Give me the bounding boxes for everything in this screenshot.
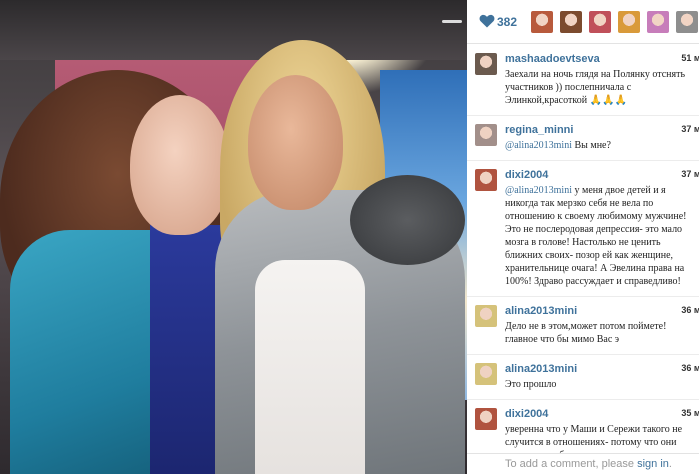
comment-username[interactable]: alina2013mini <box>505 363 665 376</box>
liker-avatar[interactable] <box>647 11 669 33</box>
liker-avatar[interactable] <box>676 11 698 33</box>
comment-username[interactable]: alina2013mini <box>505 305 665 318</box>
comment-body: Дело не в этом,может потом поймете! глав… <box>505 321 667 345</box>
liker-avatar[interactable] <box>531 11 553 33</box>
comment-text: Дело не в этом,может потом поймете! глав… <box>505 320 693 346</box>
comments-list[interactable]: mashaadoevtseva 51 м. Заехали на ночь гл… <box>467 45 699 453</box>
comment: dixi2004 37 м. @alina2013mini у меня дво… <box>467 161 699 297</box>
post-photo[interactable] <box>0 0 467 474</box>
liker-avatar[interactable] <box>589 11 611 33</box>
comment-body: у меня двое детей и я никогда так мерзко… <box>505 185 687 287</box>
comment-avatar[interactable] <box>475 305 497 327</box>
comment-avatar[interactable] <box>475 408 497 430</box>
comment-avatar[interactable] <box>475 124 497 146</box>
add-comment-footer: To add a comment, please sign in. <box>467 453 699 474</box>
photo-person-right-face <box>248 75 343 210</box>
footer-prefix: To add a comment, please <box>505 458 638 470</box>
comment-username[interactable]: mashaadoevtseva <box>505 53 665 66</box>
comment: regina_minni 37 м. @alina2013mini Вы мне… <box>467 116 699 161</box>
sign-in-link[interactable]: sign in <box>637 458 669 470</box>
comment-username[interactable]: dixi2004 <box>505 408 665 421</box>
comment-mention[interactable]: @alina2013mini <box>505 140 572 151</box>
comment-body: Вы мне? <box>571 140 611 151</box>
comment-text: Заехали на ночь глядя на Полянку отснять… <box>505 68 693 107</box>
comment: alina2013mini 36 м. Дело не в этом,может… <box>467 297 699 355</box>
comment: dixi2004 35 м. уверенна что у Маши и Сер… <box>467 400 699 453</box>
photo-person-left-face <box>130 95 230 235</box>
comment-text: уверенна что у Маши и Сережи такого не с… <box>505 423 693 453</box>
side-panel: 382 mashaadoevtseva 51 м. Заехали на ноч… <box>467 0 699 474</box>
comment-time: 36 м. <box>681 363 699 373</box>
comment-body: уверенна что у Маши и Сережи такого не с… <box>505 424 684 453</box>
comment-avatar[interactable] <box>475 53 497 75</box>
options-icon[interactable] <box>442 20 462 23</box>
like-count[interactable]: 382 <box>497 15 517 29</box>
heart-icon[interactable] <box>479 14 495 28</box>
likes-bar: 382 <box>467 0 699 44</box>
comment-text: @alina2013mini Вы мне? <box>505 139 693 152</box>
comment-avatar[interactable] <box>475 169 497 191</box>
comment-text: @alina2013mini у меня двое детей и я ник… <box>505 184 693 288</box>
comment: alina2013mini 36 м. Это прошло <box>467 355 699 400</box>
photo-ceiling <box>0 0 467 60</box>
footer-suffix: . <box>668 458 672 470</box>
comment-body: Заехали на ночь глядя на Полянку отснять… <box>505 69 686 106</box>
photo-person-right-fur-collar <box>350 175 465 265</box>
comment-time: 35 м. <box>681 408 699 418</box>
comment-username[interactable]: regina_minni <box>505 124 665 137</box>
comment-username[interactable]: dixi2004 <box>505 169 665 182</box>
comment-text: Это прошло <box>505 378 693 391</box>
comment-body: Это прошло <box>505 379 557 390</box>
comment-mention[interactable]: @alina2013mini <box>505 185 572 196</box>
comment-time: 37 м. <box>681 124 699 134</box>
comment: mashaadoevtseva 51 м. Заехали на ночь гл… <box>467 45 699 116</box>
photo-person-right-top <box>255 260 365 474</box>
comment-time: 36 м. <box>681 305 699 315</box>
comment-avatar[interactable] <box>475 363 497 385</box>
liker-avatar[interactable] <box>560 11 582 33</box>
comment-time: 51 м. <box>681 53 699 63</box>
comment-time: 37 м. <box>681 169 699 179</box>
liker-avatar[interactable] <box>618 11 640 33</box>
